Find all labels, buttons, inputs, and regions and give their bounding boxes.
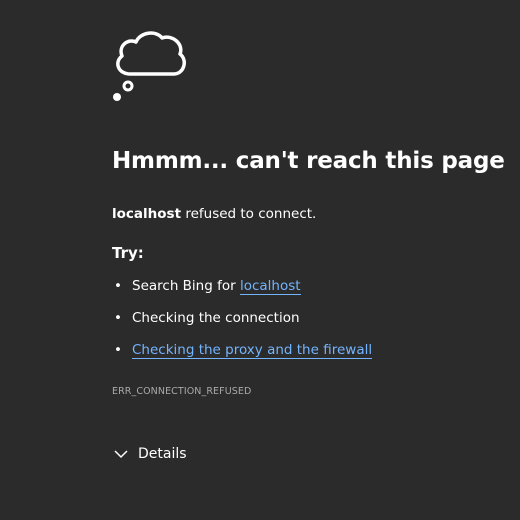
suggestion-check-proxy: • Checking the proxy and the firewall [112, 342, 373, 374]
thought-cloud-icon [113, 31, 186, 101]
error-message-text: refused to connect. [181, 206, 317, 222]
host-name: localhost [112, 206, 182, 222]
details-button[interactable]: Details [114, 446, 187, 462]
bullet: • [114, 310, 122, 326]
suggestion-check-connection: • Checking the connection [112, 310, 372, 342]
search-bing-link[interactable]: localhost [239, 278, 301, 295]
bullet: • [114, 342, 122, 358]
details-label: Details [138, 446, 187, 462]
error-message: localhost refused to connect. [112, 206, 316, 222]
error-page: Hmmm... can't reach this page localhost … [0, 0, 520, 520]
chevron-down-icon [114, 450, 128, 459]
page-title: Hmmm... can't reach this page [112, 148, 505, 174]
suggestion-list: • Search Bing for localhost • Checking t… [112, 278, 373, 374]
try-label: Try: [112, 244, 144, 262]
check-proxy-firewall-link[interactable]: Checking the proxy and the firewall [132, 342, 373, 359]
suggestion-text: Checking the connection [132, 310, 300, 326]
suggestion-search-bing: • Search Bing for localhost [112, 278, 372, 310]
suggestion-prefix: Search Bing for [132, 278, 240, 294]
bullet: • [114, 278, 122, 294]
error-code: ERR_CONNECTION_REFUSED [112, 386, 252, 397]
